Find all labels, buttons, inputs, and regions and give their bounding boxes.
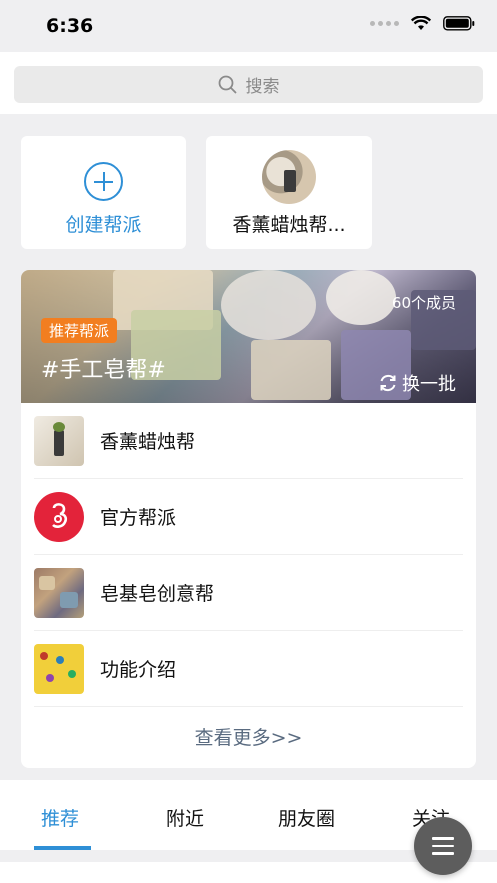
see-more-link[interactable]: 查看更多>> (21, 707, 476, 750)
banner-decor (251, 340, 331, 400)
tab-moments[interactable]: 朋友圈 (278, 804, 335, 831)
search-section: 搜索 (0, 52, 497, 114)
plus-circle-icon (84, 162, 123, 201)
create-group-card[interactable]: 创建帮派 (21, 136, 186, 249)
soap-shape (60, 591, 78, 608)
banner-decor (221, 270, 316, 340)
soap-shape (39, 575, 55, 590)
battery-icon (443, 16, 475, 31)
list-item[interactable]: 香薰蜡烛帮 (34, 403, 463, 479)
refresh-label: 换一批 (402, 374, 456, 395)
tab-nearby[interactable]: 附近 (166, 804, 204, 831)
dot-pattern (68, 669, 76, 678)
group-avatar (262, 150, 316, 204)
group-name: 功能介绍 (100, 659, 177, 681)
cards-area: 创建帮派 香薰蜡烛帮... 60个成员 推荐帮派 #手工皂帮# 换一批 香薰蜡烛… (0, 114, 497, 780)
search-placeholder: 搜索 (245, 77, 280, 97)
menu-icon-line (432, 852, 454, 855)
menu-icon-line (432, 844, 454, 848)
signal-icon (370, 21, 399, 26)
group-name: 香薰蜡烛帮 (100, 431, 196, 453)
feature-intro-icon (34, 643, 84, 694)
status-bar: 6:36 (0, 0, 497, 52)
official-logo-icon (34, 491, 84, 542)
banner-title: #手工皂帮# (41, 358, 166, 383)
candle-shape (54, 429, 64, 456)
thumb-up-icon (52, 502, 68, 528)
group-thumbnail (34, 567, 84, 618)
dot-pattern (40, 651, 48, 660)
member-count: 60个成员 (391, 294, 456, 312)
tab-recommend[interactable]: 推荐 (41, 804, 79, 831)
create-group-label: 创建帮派 (65, 214, 142, 236)
group-banner[interactable]: 60个成员 推荐帮派 #手工皂帮# 换一批 (21, 270, 476, 403)
plant-shape (53, 421, 65, 432)
recommended-tag: 推荐帮派 (41, 318, 118, 343)
joined-group-card[interactable]: 香薰蜡烛帮... (206, 136, 372, 249)
search-icon (218, 75, 237, 94)
status-icons (370, 16, 475, 31)
dot-pattern (46, 673, 54, 682)
banner-decor (326, 270, 396, 325)
recommended-groups-panel: 60个成员 推荐帮派 #手工皂帮# 换一批 香薰蜡烛帮 官方帮派 皂基皂创意帮 … (21, 270, 476, 768)
group-thumbnail (34, 415, 84, 466)
refresh-button[interactable]: 换一批 (378, 370, 456, 396)
wifi-icon (411, 16, 431, 30)
dot-pattern (56, 655, 64, 664)
menu-icon-line (432, 837, 454, 840)
refresh-icon (380, 375, 396, 391)
list-item[interactable]: 皂基皂创意帮 (34, 555, 463, 631)
list-item[interactable]: 功能介绍 (34, 631, 463, 707)
menu-fab-button[interactable] (414, 817, 472, 875)
search-bar[interactable]: 搜索 (14, 66, 483, 103)
group-name: 皂基皂创意帮 (100, 583, 215, 605)
list-item[interactable]: 官方帮派 (34, 479, 463, 555)
joined-group-label: 香薰蜡烛帮... (232, 214, 346, 236)
status-time: 6:36 (46, 15, 94, 37)
group-name: 官方帮派 (100, 507, 177, 529)
